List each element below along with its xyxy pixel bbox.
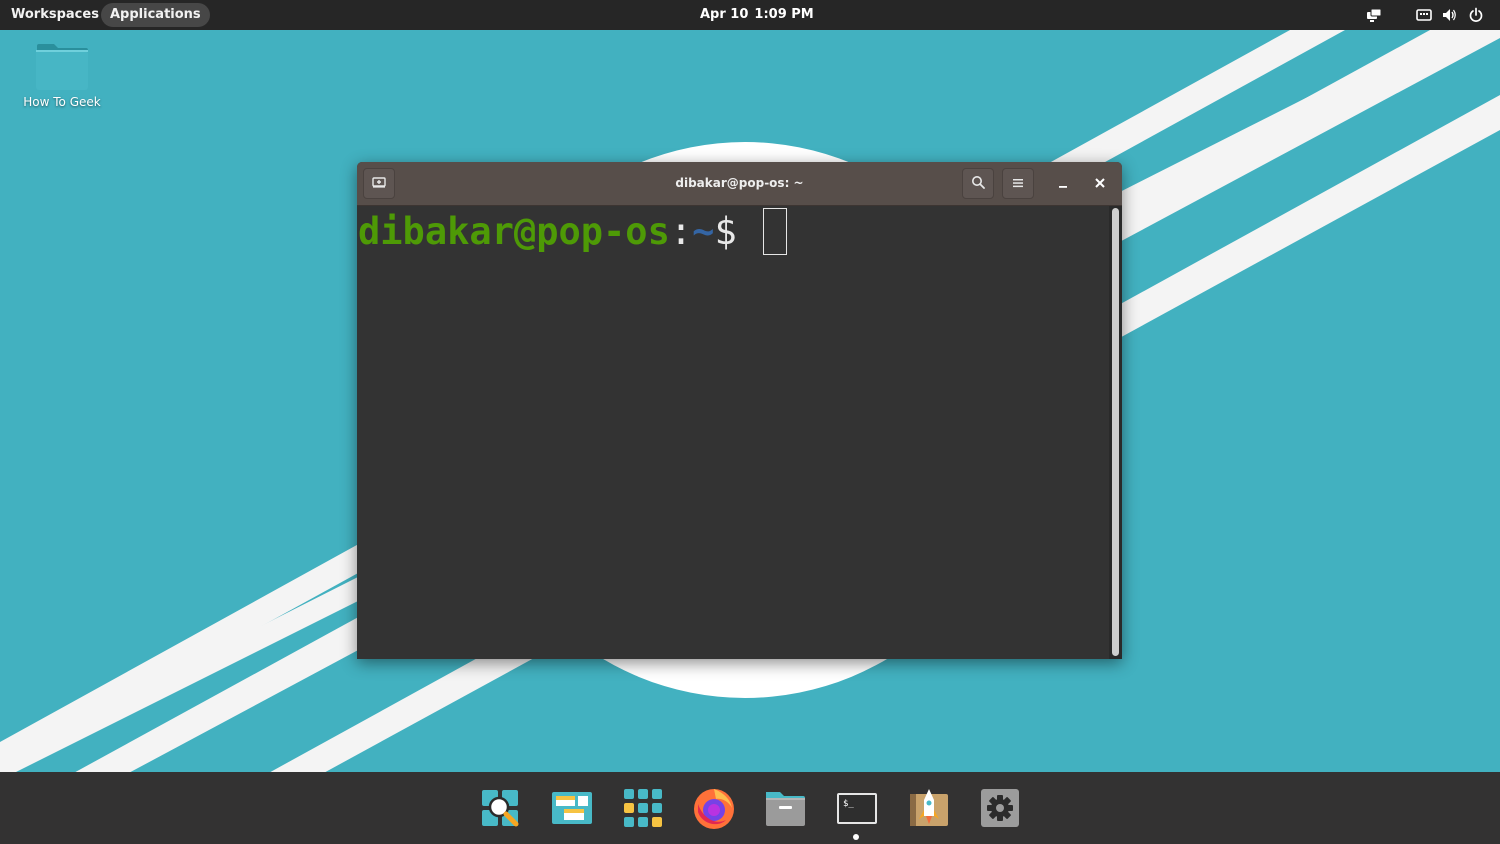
search-button[interactable]: [962, 168, 994, 199]
terminal-window[interactable]: dibakar@pop-os: ~ dibakar@pop-os:~$: [357, 162, 1122, 659]
text-cursor: [763, 208, 787, 255]
time-label: 1:09 PM: [754, 7, 814, 22]
search-icon: [971, 174, 985, 193]
power-icon[interactable]: [1468, 7, 1484, 23]
folder-icon: [35, 40, 89, 90]
terminal-icon[interactable]: $_: [835, 786, 879, 830]
workspaces-icon[interactable]: [550, 786, 594, 830]
applications-button[interactable]: Applications: [101, 3, 210, 27]
workspaces-button[interactable]: Workspaces: [2, 3, 108, 27]
new-tab-button[interactable]: [363, 168, 395, 199]
svg-text:$_: $_: [843, 799, 854, 809]
prompt-path: ~: [692, 210, 715, 253]
close-button[interactable]: [1084, 168, 1116, 199]
desktop-folder-how-to-geek[interactable]: How To Geek: [16, 40, 108, 109]
top-panel: Workspaces Applications Apr 10 1:09 PM: [0, 0, 1500, 30]
hamburger-menu-icon: [1012, 174, 1024, 193]
dock: $_: [0, 772, 1500, 844]
files-icon[interactable]: [763, 786, 807, 830]
menu-button[interactable]: [1002, 168, 1034, 199]
close-icon: [1094, 174, 1106, 193]
desktop-folder-label: How To Geek: [23, 95, 101, 109]
settings-icon[interactable]: [978, 786, 1022, 830]
terminal-scrollbar[interactable]: [1109, 206, 1122, 659]
prompt-symbol: $: [714, 210, 759, 253]
display-icon[interactable]: [1366, 7, 1382, 23]
firefox-icon[interactable]: [692, 786, 736, 830]
date-time-button[interactable]: Apr 10 1:09 PM: [700, 3, 820, 27]
prompt-separator: :: [669, 210, 693, 253]
pop-shop-icon[interactable]: [907, 786, 951, 830]
minimize-icon: [1057, 174, 1069, 193]
terminal-output[interactable]: dibakar@pop-os:~$: [357, 206, 1109, 659]
volume-icon[interactable]: [1441, 7, 1457, 23]
new-tab-icon: [372, 174, 386, 193]
minimize-button[interactable]: [1047, 168, 1079, 199]
pop-launcher-search-icon[interactable]: [478, 786, 522, 830]
keyboard-icon[interactable]: [1416, 7, 1432, 23]
terminal-titlebar[interactable]: dibakar@pop-os: ~: [357, 162, 1122, 206]
date-label: Apr 10: [700, 7, 749, 22]
prompt-user-host: dibakar@pop-os: [358, 210, 670, 253]
running-indicator: [853, 834, 859, 840]
applications-grid-icon[interactable]: [621, 786, 665, 830]
scrollbar-thumb[interactable]: [1112, 208, 1119, 656]
shell-prompt: dibakar@pop-os:~$: [358, 208, 787, 256]
